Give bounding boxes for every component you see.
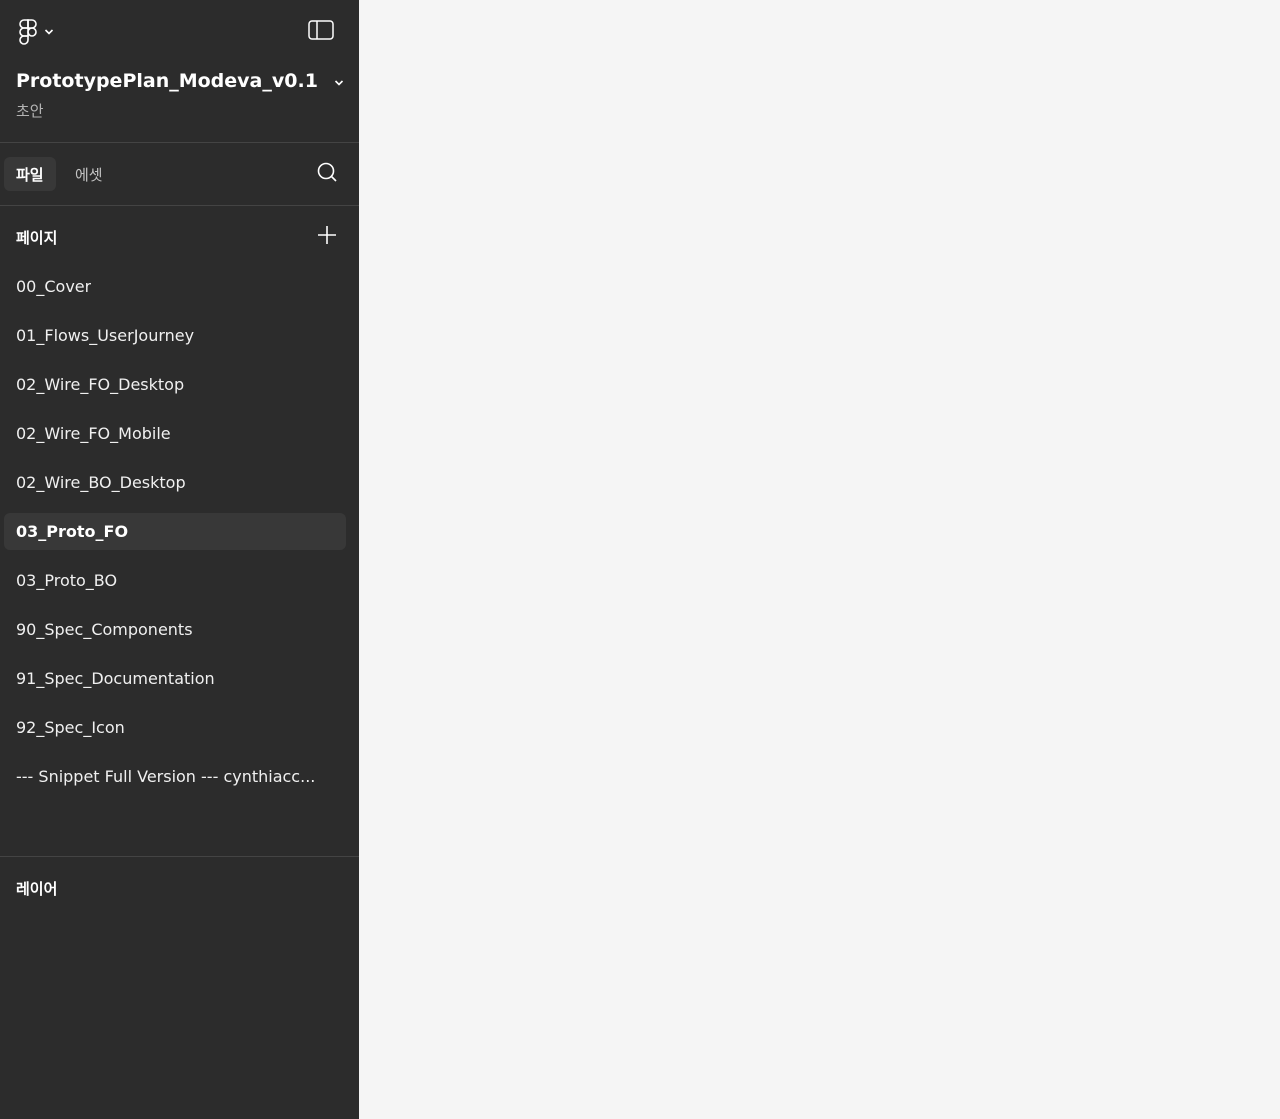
page-item-label: 01_Flows_UserJourney bbox=[16, 326, 195, 345]
tab-file[interactable]: 파일 bbox=[4, 157, 56, 191]
figma-logo-icon bbox=[18, 18, 38, 46]
page-item-label: 00_Cover bbox=[16, 277, 92, 296]
page-item-label: 03_Proto_FO bbox=[16, 522, 129, 541]
page-item[interactable]: 02_Wire_BO_Desktop bbox=[4, 464, 346, 501]
design-canvas[interactable] bbox=[359, 0, 1280, 1119]
layers-heading: 레이어 bbox=[16, 880, 58, 898]
pages-heading: 페이지 bbox=[16, 229, 58, 247]
page-item-selected[interactable]: 03_Proto_FO bbox=[4, 513, 346, 550]
page-item[interactable]: 90_Spec_Components bbox=[4, 611, 346, 648]
page-item-label: 92_Spec_Icon bbox=[16, 718, 125, 737]
page-item[interactable]: 02_Wire_FO_Mobile bbox=[4, 415, 346, 452]
page-item[interactable]: 03_Proto_BO bbox=[4, 562, 346, 599]
page-item[interactable]: --- Snippet Full Version --- cynthiacc..… bbox=[4, 758, 346, 795]
divider bbox=[0, 142, 359, 143]
page-item-label: 02_Wire_FO_Mobile bbox=[16, 424, 171, 443]
chevron-down-icon bbox=[44, 28, 54, 36]
page-item[interactable]: 02_Wire_FO_Desktop bbox=[4, 366, 346, 403]
page-item[interactable]: 01_Flows_UserJourney bbox=[4, 317, 346, 354]
divider bbox=[0, 856, 359, 857]
sidebar-panel-icon bbox=[308, 20, 334, 44]
file-status-label: 초안 bbox=[16, 102, 44, 120]
main-menu-button[interactable] bbox=[12, 14, 60, 50]
page-item-label: 03_Proto_BO bbox=[16, 571, 118, 590]
page-item-label: 02_Wire_BO_Desktop bbox=[16, 473, 186, 492]
page-item-label: 02_Wire_FO_Desktop bbox=[16, 375, 185, 394]
plus-icon bbox=[317, 225, 337, 249]
toggle-sidebar-button[interactable] bbox=[303, 16, 339, 48]
page-item[interactable]: 00_Cover bbox=[4, 268, 346, 305]
tab-assets[interactable]: 에셋 bbox=[63, 157, 115, 191]
divider bbox=[0, 205, 359, 206]
page-item[interactable]: 91_Spec_Documentation bbox=[4, 660, 346, 697]
page-item-label: 90_Spec_Components bbox=[16, 620, 193, 639]
search-button[interactable] bbox=[311, 158, 343, 190]
file-title: PrototypePlan_Modeva_v0.1 bbox=[16, 70, 318, 92]
file-title-dropdown[interactable]: PrototypePlan_Modeva_v0.1 bbox=[16, 66, 344, 96]
search-icon bbox=[316, 161, 338, 187]
chevron-down-icon bbox=[334, 72, 344, 91]
sidebar-topbar bbox=[0, 0, 359, 64]
add-page-button[interactable] bbox=[311, 221, 343, 253]
pages-list: 00_Cover 01_Flows_UserJourney 02_Wire_FO… bbox=[4, 268, 346, 807]
page-item-label: --- Snippet Full Version --- cynthiacc..… bbox=[16, 767, 316, 786]
page-item-label: 91_Spec_Documentation bbox=[16, 669, 215, 688]
left-sidebar: PrototypePlan_Modeva_v0.1 초안 파일 에셋 페이지 0… bbox=[0, 0, 359, 1119]
page-item[interactable]: 92_Spec_Icon bbox=[4, 709, 346, 746]
